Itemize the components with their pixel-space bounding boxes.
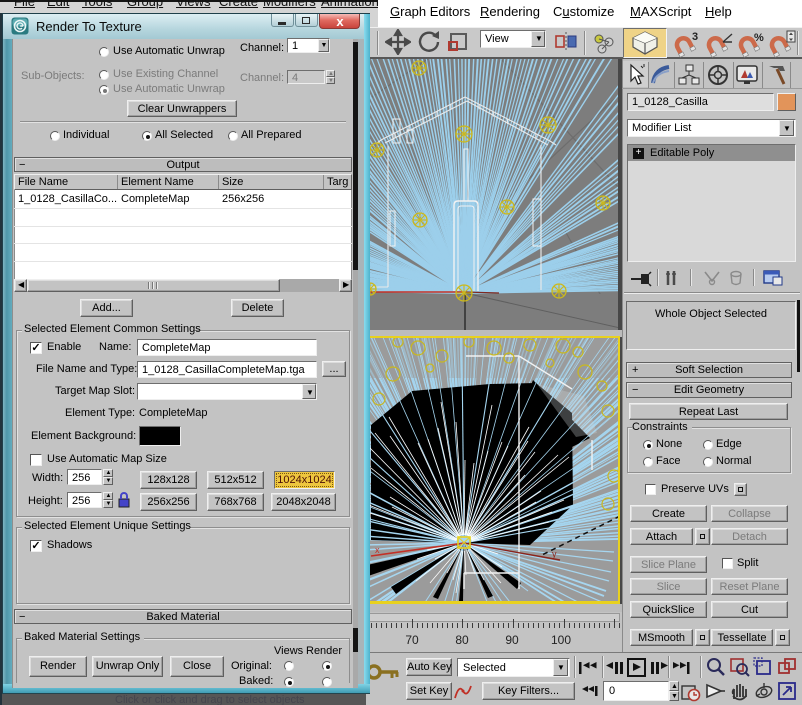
svg-text:x: x: [375, 545, 380, 555]
svg-text:%: %: [754, 32, 764, 44]
svg-text:y: y: [552, 549, 557, 559]
svg-text:3: 3: [692, 31, 698, 43]
